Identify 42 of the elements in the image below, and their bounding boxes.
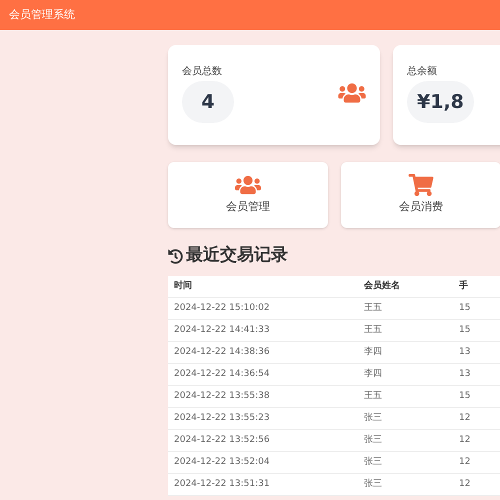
table-cell-text: 2024-12-22 14:36:54 (173, 368, 271, 381)
section-title: 最近交易记录 (186, 244, 288, 268)
history-icon (168, 248, 183, 264)
table-cell-text: 王五 (363, 302, 383, 315)
table-cell-text: 2024-12-22 15:10:02 (173, 302, 271, 315)
stat-label: 会员总数 (182, 64, 223, 79)
table-cell-text: 2024-12-22 13:55:38 (173, 390, 271, 403)
table-cell-text: 张三 (363, 434, 383, 447)
table-cell-text: 13 (458, 368, 472, 381)
table-cell-text: 15 (458, 324, 472, 337)
table-cell-text: 15 (458, 302, 472, 315)
stat-value: ¥1,8 (407, 81, 474, 123)
table-cell-text: 2024-12-22 14:38:36 (173, 346, 271, 359)
table-cell-text: 张三 (363, 412, 383, 425)
cart-icon (408, 174, 434, 196)
table-cell-text: 2024-12-22 13:51:31 (173, 478, 271, 491)
table-cell-text: 王五 (363, 324, 383, 337)
column-header: 时间 (173, 280, 193, 293)
stat-value: 4 (182, 81, 234, 123)
table-cell-text: 12 (458, 456, 472, 469)
table-cell-text: 王五 (363, 390, 383, 403)
app-title: 会员管理系统 (9, 6, 75, 23)
action-button[interactable]: 会员管理 (168, 162, 328, 228)
table-cell-text: 13 (458, 346, 472, 359)
stat-label: 总余额 (407, 64, 438, 79)
table-cell-text: 2024-12-22 13:52:56 (173, 434, 271, 447)
action-button[interactable]: 会员消费 (341, 162, 500, 228)
users-icon (235, 174, 261, 196)
table-cell-text: 2024-12-22 13:52:04 (173, 456, 271, 469)
table-cell-text: 李四 (363, 346, 383, 359)
table-cell-text: 张三 (363, 478, 383, 491)
table-cell-text: 12 (458, 434, 472, 447)
table-cell-text: 张三 (363, 456, 383, 469)
table-cell-text: 李四 (363, 368, 383, 381)
table-cell-text: 15 (458, 390, 472, 403)
table-cell-text: 2024-12-22 14:41:33 (173, 324, 271, 337)
table-cell-text: 2024-12-22 13:55:23 (173, 412, 271, 425)
users-icon (338, 82, 366, 104)
column-header: 手 (458, 280, 469, 293)
table-cell-text: 12 (458, 478, 472, 491)
column-header: 会员姓名 (363, 280, 401, 293)
table-cell-text: 12 (458, 412, 472, 425)
